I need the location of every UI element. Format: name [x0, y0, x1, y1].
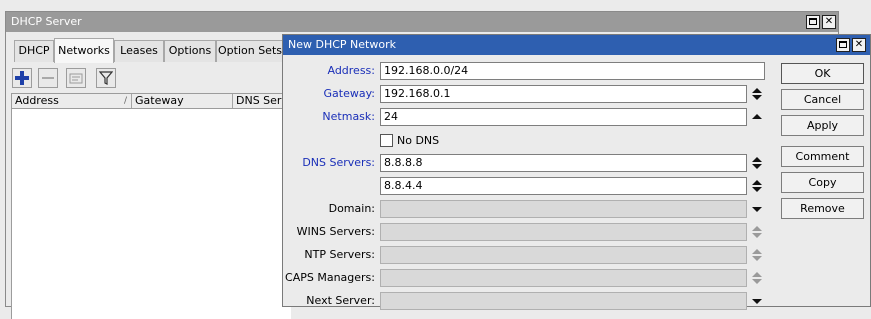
dns-server-2-field[interactable]: 8.8.4.4: [380, 177, 747, 195]
ntp-servers-label: NTP Servers:: [304, 248, 375, 261]
tab-options[interactable]: Options: [164, 40, 216, 62]
up-arrow-icon[interactable]: [751, 108, 763, 126]
plus-icon: [15, 71, 29, 85]
remove-button[interactable]: [38, 68, 58, 88]
dialog-restore-button[interactable]: [836, 38, 850, 52]
column-label: Gateway: [135, 94, 184, 107]
netmask-field[interactable]: 24: [380, 108, 747, 126]
no-dns-label: No DNS: [397, 134, 440, 147]
no-dns-checkbox[interactable]: [380, 134, 393, 147]
close-icon: ✕: [824, 16, 834, 27]
netmask-label: Netmask:: [322, 110, 375, 123]
updown-arrow-icon[interactable]: [751, 269, 763, 287]
column-gateway[interactable]: Gateway: [132, 94, 233, 108]
tab-label: Option Sets: [217, 44, 282, 57]
next-server-label: Next Server:: [306, 294, 375, 307]
dialog-title: New DHCP Network: [288, 38, 396, 51]
updown-arrow-icon[interactable]: [751, 177, 763, 195]
next-server-field[interactable]: [380, 292, 747, 310]
close-icon: ✕: [854, 39, 864, 50]
dialog-titlebar[interactable]: New DHCP Network: [283, 35, 870, 55]
comment-button[interactable]: Comment: [781, 146, 864, 167]
caps-managers-field[interactable]: [380, 269, 747, 287]
wins-servers-field[interactable]: [380, 223, 747, 241]
remove-button[interactable]: Remove: [781, 198, 864, 219]
address-label: Address:: [327, 64, 375, 77]
filter-icon: [99, 71, 113, 85]
tab-networks[interactable]: Networks: [54, 38, 114, 63]
dns-server-1-field[interactable]: 8.8.8.8: [380, 154, 747, 172]
updown-arrow-icon[interactable]: [751, 246, 763, 264]
window-title: DHCP Server: [11, 15, 82, 28]
tab-label: Networks: [58, 44, 110, 57]
cancel-button[interactable]: Cancel: [781, 89, 864, 110]
tab-label: Leases: [120, 44, 158, 57]
networks-table[interactable]: [11, 109, 291, 319]
tab-label: Options: [168, 44, 212, 57]
address-field[interactable]: 192.168.0.0/24: [380, 62, 765, 80]
ntp-servers-field[interactable]: [380, 246, 747, 264]
ok-button[interactable]: OK: [781, 63, 864, 84]
domain-label: Domain:: [328, 202, 375, 215]
gateway-label: Gateway:: [323, 87, 376, 100]
filter-button[interactable]: [96, 68, 116, 88]
new-dhcp-network-dialog: New DHCP Network ✕ Address: 192.168.0.0/…: [282, 34, 871, 310]
comment-button[interactable]: [66, 68, 86, 88]
note-icon: [69, 73, 83, 84]
restore-icon: [839, 41, 847, 48]
tab-label: DHCP: [18, 44, 50, 57]
updown-arrow-icon[interactable]: [751, 154, 763, 172]
add-button[interactable]: [12, 68, 32, 88]
copy-button[interactable]: Copy: [781, 172, 864, 193]
updown-arrow-icon[interactable]: [751, 223, 763, 241]
updown-arrow-icon[interactable]: [751, 85, 763, 103]
down-arrow-icon[interactable]: [751, 200, 763, 218]
minus-icon: [42, 77, 54, 79]
column-label: Address: [15, 94, 59, 107]
dhcp-server-titlebar[interactable]: DHCP Server: [6, 12, 838, 32]
tab-dhcp[interactable]: DHCP: [14, 40, 54, 62]
dns-servers-label: DNS Servers:: [302, 156, 375, 169]
dialog-close-button[interactable]: ✕: [852, 38, 866, 52]
gateway-field[interactable]: 192.168.0.1: [380, 85, 747, 103]
restore-button[interactable]: [806, 15, 820, 29]
close-button[interactable]: ✕: [822, 15, 836, 29]
apply-button[interactable]: Apply: [781, 115, 864, 136]
restore-icon: [809, 18, 817, 25]
table-header: Address / Gateway DNS Serve: [11, 93, 293, 109]
tab-leases[interactable]: Leases: [114, 40, 164, 62]
domain-field[interactable]: [380, 200, 747, 218]
down-arrow-icon[interactable]: [751, 292, 763, 310]
wins-servers-label: WINS Servers:: [296, 225, 375, 238]
sort-indicator: /: [123, 96, 127, 106]
column-address[interactable]: Address /: [12, 94, 132, 108]
caps-managers-label: CAPS Managers:: [285, 271, 375, 284]
tab-option-sets[interactable]: Option Sets: [216, 40, 284, 62]
